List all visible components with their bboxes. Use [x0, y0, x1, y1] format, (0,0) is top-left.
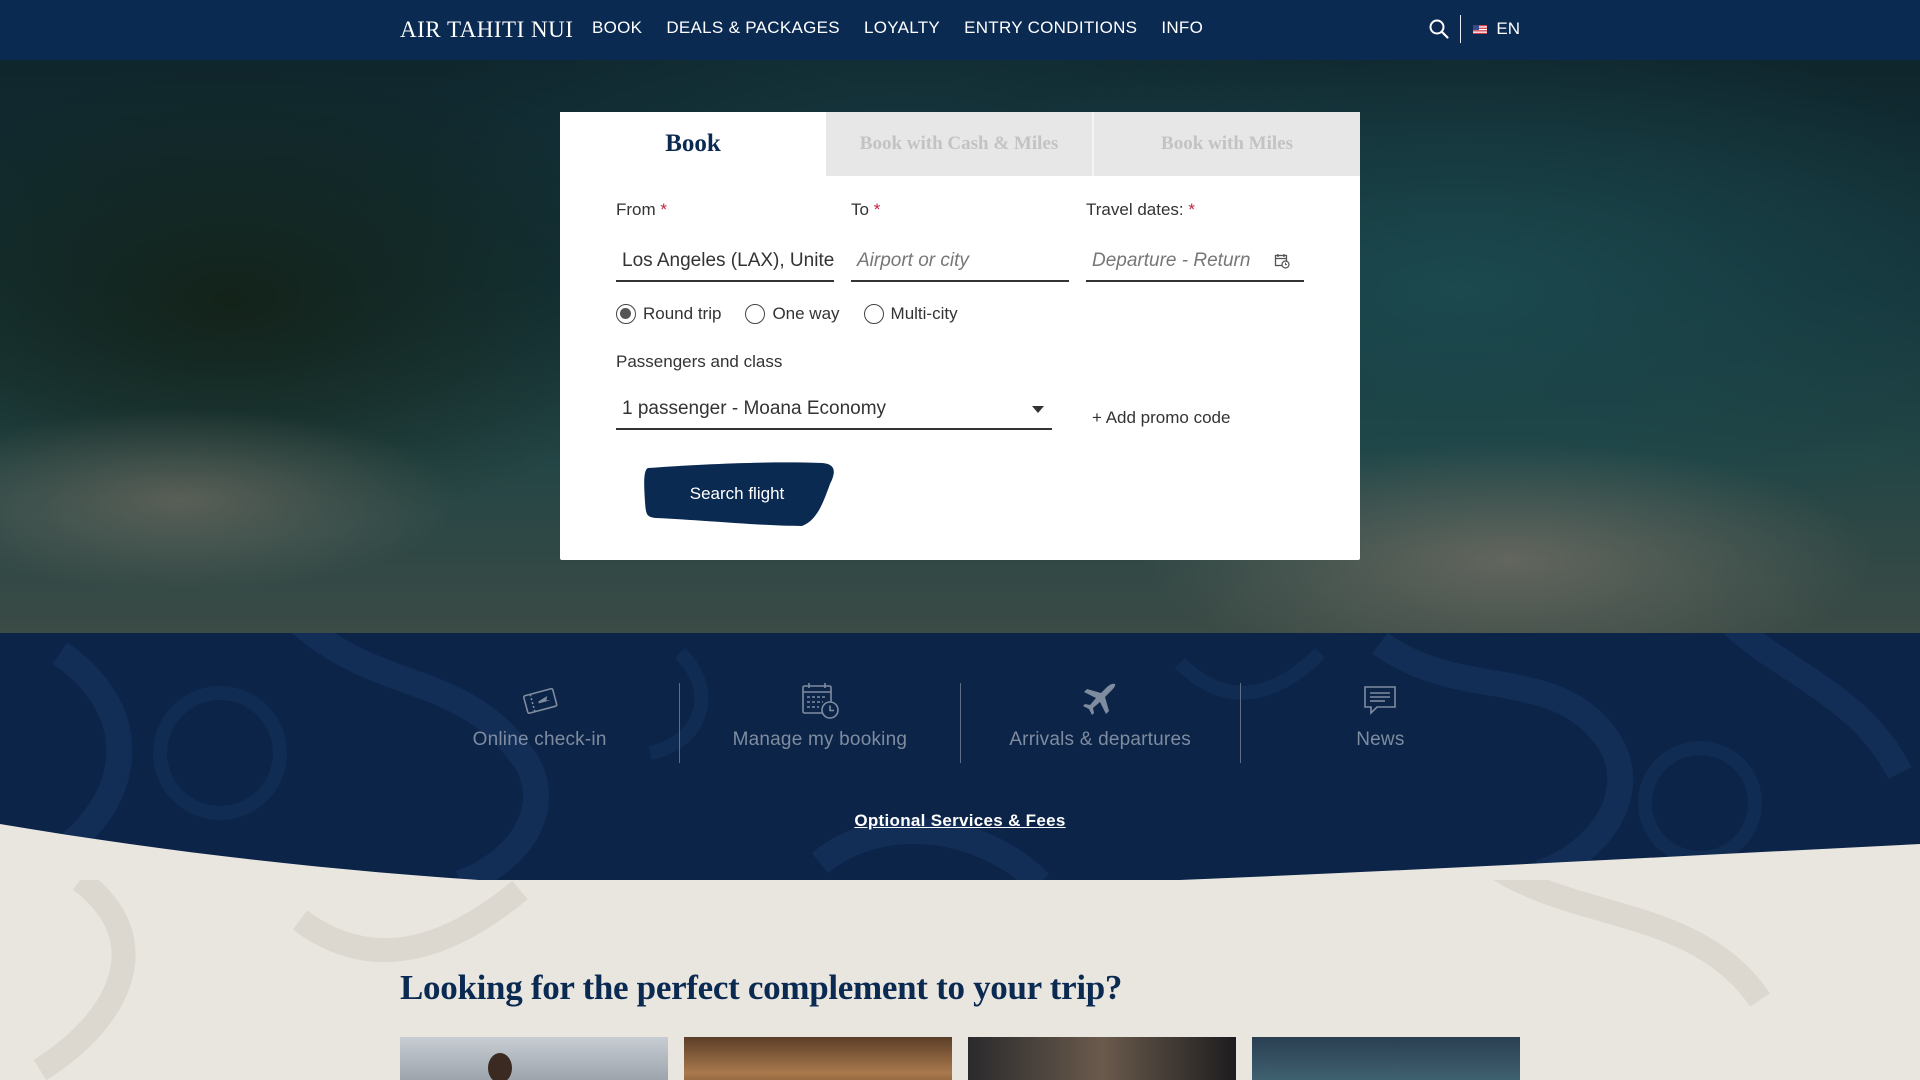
radio-one-way-circle[interactable] — [745, 304, 766, 324]
us-flag-icon — [1473, 24, 1488, 34]
top-navigation-bar: AIR TAHITI NUI BOOK DEALS & PACKAGES LOY… — [0, 0, 1920, 60]
add-promo-code-link[interactable]: + Add promo code — [1092, 408, 1230, 428]
complement-card-4-image[interactable] — [1252, 1037, 1520, 1080]
complement-card-3-image[interactable] — [968, 1037, 1236, 1080]
travel-dates-input[interactable]: Departure - Return — [1086, 240, 1304, 282]
to-field-group: To * Airport or city — [851, 200, 1069, 282]
passengers-class-value: 1 passenger - Moana Economy — [622, 398, 887, 419]
complement-card-1-image[interactable] — [400, 1037, 668, 1080]
complement-card-2-image[interactable] — [684, 1037, 952, 1080]
complement-section-title: Looking for the perfect complement to yo… — [400, 968, 1123, 1007]
search-flight-label: Search flight — [689, 484, 785, 503]
travel-dates-label: Travel dates: * — [1086, 200, 1195, 219]
tab-book-with-miles[interactable]: Book with Miles — [1092, 112, 1360, 176]
to-label: To * — [851, 200, 881, 219]
quick-link-news[interactable]: News — [1239, 683, 1520, 763]
dates-field-group: Travel dates: * Departure - Return — [1086, 200, 1304, 282]
quick-link-manage-booking-label: Manage my booking — [732, 729, 908, 750]
radio-multi-city-circle[interactable] — [863, 304, 884, 324]
passengers-class-label: Passengers and class — [616, 352, 783, 371]
quick-link-arrivals-departures[interactable]: Arrivals & departures — [959, 683, 1240, 763]
main-nav: BOOK DEALS & PACKAGES LOYALTY ENTRY COND… — [592, 18, 1203, 38]
quick-link-arrivals-departures-label: Arrivals & departures — [1009, 729, 1191, 750]
calendar-clock-icon — [802, 683, 839, 719]
quick-link-manage-booking[interactable]: Manage my booking — [679, 683, 959, 763]
trip-type-radio-group: Round trip One way Multi-city — [616, 304, 958, 324]
from-label: From * — [616, 200, 668, 219]
complement-cards — [400, 1037, 1520, 1080]
quick-link-online-check-in-label: Online check-in — [472, 729, 607, 750]
air-tahiti-nui-logo[interactable]: AIR TAHITI NUI — [400, 17, 573, 43]
tab-book-with-cash-miles[interactable]: Book with Cash & Miles — [826, 112, 1092, 176]
radio-round-trip[interactable]: Round trip — [616, 304, 721, 324]
from-field-group: From * Los Angeles (LAX), United States — [616, 200, 834, 282]
radio-one-way-label: One way — [772, 304, 840, 323]
chevron-down-icon — [1032, 406, 1044, 413]
tab-book[interactable]: Book — [560, 112, 826, 176]
radio-multi-city-label: Multi-city — [890, 304, 958, 323]
nav-book[interactable]: BOOK — [592, 18, 642, 38]
travel-dates-placeholder: Departure - Return — [1092, 250, 1251, 271]
language-selector[interactable]: EN — [1496, 19, 1520, 39]
search-icon[interactable] — [1428, 18, 1450, 40]
quick-links: Online check-in Manage my booking Arriva… — [400, 683, 1520, 763]
nav-loyalty[interactable]: LOYALTY — [864, 18, 940, 38]
from-input[interactable]: Los Angeles (LAX), United States — [616, 240, 834, 282]
booking-widget: Book Book with Cash & Miles Book with Mi… — [560, 112, 1360, 560]
quick-link-news-label: News — [1356, 729, 1405, 750]
speech-bubble-icon — [1364, 686, 1397, 715]
airplane-icon — [1083, 683, 1116, 715]
header-tools: EN — [1428, 14, 1520, 44]
radio-round-trip-label: Round trip — [643, 304, 722, 323]
to-input[interactable]: Airport or city — [851, 240, 1069, 282]
radio-round-trip-circle[interactable] — [616, 304, 636, 324]
radio-one-way[interactable]: One way — [745, 304, 840, 324]
header-divider — [1460, 15, 1462, 43]
passengers-class-select[interactable]: 1 passenger - Moana Economy — [616, 388, 1052, 430]
nav-deals-packages[interactable]: DEALS & PACKAGES — [666, 18, 840, 38]
nav-info[interactable]: INFO — [1161, 18, 1203, 38]
radio-multi-city[interactable]: Multi-city — [863, 304, 958, 324]
quick-link-online-check-in[interactable]: Online check-in — [400, 683, 679, 763]
ticket-icon — [522, 687, 558, 715]
calendar-icon[interactable] — [1274, 253, 1290, 269]
nav-entry-conditions[interactable]: ENTRY CONDITIONS — [964, 18, 1137, 38]
search-flight-button[interactable]: Search flight — [642, 462, 836, 528]
booking-tabs: Book Book with Cash & Miles Book with Mi… — [560, 112, 1360, 176]
